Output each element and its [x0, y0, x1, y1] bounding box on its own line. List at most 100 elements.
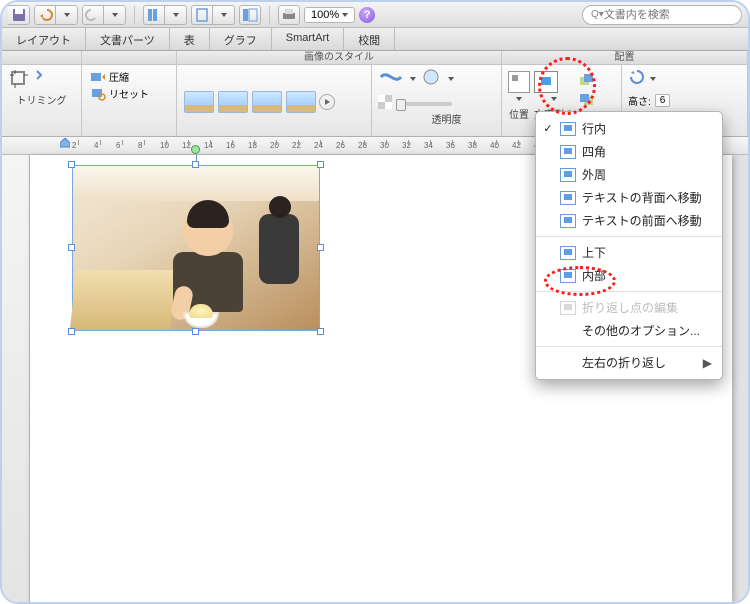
tab-chart[interactable]: グラフ [210, 28, 272, 50]
effects-button[interactable] [422, 68, 442, 89]
menu-item-lr-wrap[interactable]: 左右の折り返し▶ [536, 351, 722, 374]
tab-review[interactable]: 校閲 [344, 28, 395, 50]
transparency-icon [378, 95, 392, 109]
wrap-behind-icon [560, 191, 576, 205]
menu-item-front[interactable]: テキストの前面へ移動 [536, 209, 722, 232]
ribbon-group-headers: 画像のスタイル 配置 [2, 51, 748, 65]
selected-image[interactable] [72, 165, 320, 331]
ruler-number: 42 [512, 141, 521, 150]
tab-smartart[interactable]: SmartArt [272, 28, 344, 50]
transparency-slider[interactable] [396, 102, 452, 106]
text-wrap-button[interactable] [534, 71, 558, 93]
ruler-number: 38 [468, 141, 477, 150]
menu-item-more-options[interactable]: その他のオプション... [536, 319, 722, 342]
resize-handle-tl[interactable] [68, 161, 75, 168]
undo-redo[interactable] [34, 5, 78, 25]
zoom-combo[interactable]: 100% [304, 7, 355, 23]
image-content [72, 165, 320, 331]
ruler-number: 2 [72, 141, 76, 150]
search-input[interactable] [604, 9, 746, 21]
search-icon: Q▾ [591, 9, 604, 20]
ruler-number: 34 [424, 141, 433, 150]
indent-marker-icon[interactable] [60, 138, 70, 150]
print-button[interactable] [278, 5, 300, 25]
ruler-number: 28 [358, 141, 367, 150]
group-adjust-right: 圧縮 リセット [82, 65, 177, 136]
group-effects: 透明度 [372, 65, 502, 136]
style-thumb-4[interactable] [286, 91, 316, 113]
position-button[interactable] [508, 71, 530, 93]
crop-button[interactable] [8, 68, 30, 90]
compress-button[interactable]: 圧縮 [88, 68, 170, 85]
resize-handle-t[interactable] [192, 161, 199, 168]
resize-handle-bl[interactable] [68, 328, 75, 335]
tab-table[interactable]: 表 [170, 28, 210, 50]
styles-more-icon[interactable] [319, 94, 335, 110]
height-label: 高さ: [628, 93, 651, 108]
menu-item-edit-points: 折り返し点の編集 [536, 296, 722, 319]
text-wrap-menu: ✓行内 四角 外周 テキストの背面へ移動 テキストの前面へ移動 上下 内部 折り… [535, 111, 723, 380]
view-columns[interactable] [143, 5, 187, 25]
quick-access-toolbar: 100% ? Q▾ [2, 2, 748, 28]
border-button[interactable] [378, 70, 404, 87]
resize-handle-br[interactable] [317, 328, 324, 335]
style-thumb-1[interactable] [184, 91, 214, 113]
menu-separator [536, 236, 722, 237]
style-thumb-3[interactable] [252, 91, 282, 113]
submenu-arrow-icon: ▶ [703, 356, 712, 370]
ruler-number: 20 [270, 141, 279, 150]
transparency-label: 透明度 [398, 111, 495, 126]
group-adjust-left: トリミング [2, 65, 82, 136]
style-thumb-2[interactable] [218, 91, 248, 113]
ruler-number: 6 [116, 141, 120, 150]
menu-item-behind[interactable]: テキストの背面へ移動 [536, 186, 722, 209]
ruler-number: 16 [226, 141, 235, 150]
menu-item-topbottom[interactable]: 上下 [536, 241, 722, 264]
scrollbar-vertical[interactable] [732, 155, 748, 602]
wrap-square-icon [560, 145, 576, 159]
ruler-number: 36 [446, 141, 455, 150]
sidebar-toggle[interactable] [239, 5, 261, 25]
height-input[interactable]: 6 [655, 94, 671, 107]
bring-forward-icon[interactable] [578, 73, 596, 90]
crop-label: トリミング [8, 92, 75, 107]
undo-menu [56, 5, 78, 25]
redo-menu [104, 5, 126, 25]
wrap-tight-icon [560, 168, 576, 182]
rotate-handle[interactable] [191, 145, 200, 154]
wrap-menu-icon[interactable] [551, 97, 557, 101]
resize-handle-tr[interactable] [317, 161, 324, 168]
position-menu-icon[interactable] [516, 97, 522, 101]
search-box[interactable]: Q▾ [582, 5, 742, 25]
ruler-number: 30 [380, 141, 389, 150]
border-menu-icon[interactable] [410, 77, 416, 81]
tab-layout[interactable]: レイアウト [2, 28, 86, 50]
resize-handle-b[interactable] [192, 328, 199, 335]
resize-handle-l[interactable] [68, 244, 75, 251]
ruler-number: 32 [402, 141, 411, 150]
menu-item-inline[interactable]: ✓行内 [536, 117, 722, 140]
wrap-front-icon [560, 214, 576, 228]
reset-button[interactable]: リセット [88, 85, 170, 102]
ruler-number: 10 [160, 141, 169, 150]
undo-split[interactable] [8, 5, 30, 25]
ruler-number: 26 [336, 141, 345, 150]
ruler-number: 24 [314, 141, 323, 150]
menu-item-square[interactable]: 四角 [536, 140, 722, 163]
resize-handle-r[interactable] [317, 244, 324, 251]
crop-expand-icon[interactable] [33, 68, 47, 90]
ruler-number: 12 [182, 141, 191, 150]
send-backward-icon[interactable] [578, 93, 596, 110]
menu-item-tight[interactable]: 外周 [536, 163, 722, 186]
tab-parts[interactable]: 文書パーツ [86, 28, 170, 50]
redo-split[interactable] [82, 5, 126, 25]
help-icon[interactable]: ? [359, 7, 375, 23]
menu-separator [536, 291, 722, 292]
redo-button [82, 5, 104, 25]
rotate-button[interactable] [628, 68, 646, 89]
view-toggle[interactable] [191, 5, 235, 25]
effects-menu-icon[interactable] [448, 77, 454, 81]
menu-item-through[interactable]: 内部 [536, 264, 722, 287]
vertical-ruler[interactable] [2, 155, 30, 602]
group-picture-styles [177, 65, 372, 136]
